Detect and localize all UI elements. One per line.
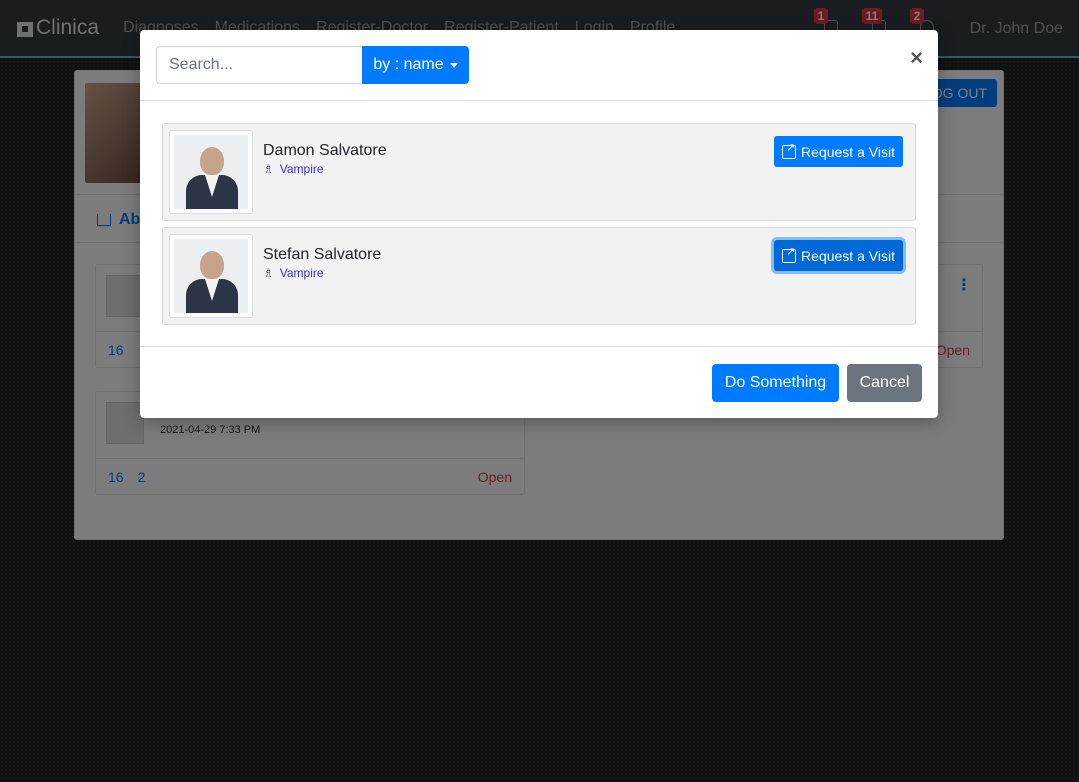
external-link-icon <box>782 245 797 263</box>
modal-header: by : name × <box>140 30 938 101</box>
modal-footer: Do Something Cancel <box>140 347 938 418</box>
do-something-button[interactable]: Do Something <box>712 364 839 402</box>
doctor-search-modal: by : name × Damon Salvatore ♗ Vampire Re… <box>140 30 938 418</box>
modal-body: Damon Salvatore ♗ Vampire Request a Visi… <box>140 101 938 347</box>
cancel-button[interactable]: Cancel <box>847 364 922 402</box>
doctor-specialty-label: Vampire <box>279 266 324 280</box>
doctor-avatar <box>169 130 253 214</box>
doctor-name: Damon Salvatore <box>263 142 387 159</box>
request-visit-button[interactable]: Request a Visit <box>774 240 903 271</box>
request-visit-label: Request a Visit <box>801 247 895 264</box>
doctor-card: Stefan Salvatore ♗ Vampire Request a Vis… <box>162 227 916 325</box>
caret-down-icon <box>449 62 458 68</box>
doctor-name: Stefan Salvatore <box>263 246 382 263</box>
external-link-icon <box>782 141 797 159</box>
search-filter-label: by : name <box>373 56 444 73</box>
doctor-card: Damon Salvatore ♗ Vampire Request a Visi… <box>162 123 916 221</box>
search-filter-dropdown[interactable]: by : name <box>362 46 469 84</box>
chess-piece-icon: ♗ <box>263 162 274 176</box>
chess-piece-icon: ♗ <box>263 266 274 280</box>
doctor-avatar <box>169 234 253 318</box>
close-icon[interactable]: × <box>910 46 923 70</box>
doctor-specialty: ♗ Vampire <box>263 266 324 280</box>
doctor-specialty: ♗ Vampire <box>263 162 324 176</box>
request-visit-button[interactable]: Request a Visit <box>774 136 903 167</box>
request-visit-label: Request a Visit <box>801 143 895 160</box>
doctor-specialty-label: Vampire <box>279 162 324 176</box>
search-input[interactable] <box>156 46 362 84</box>
